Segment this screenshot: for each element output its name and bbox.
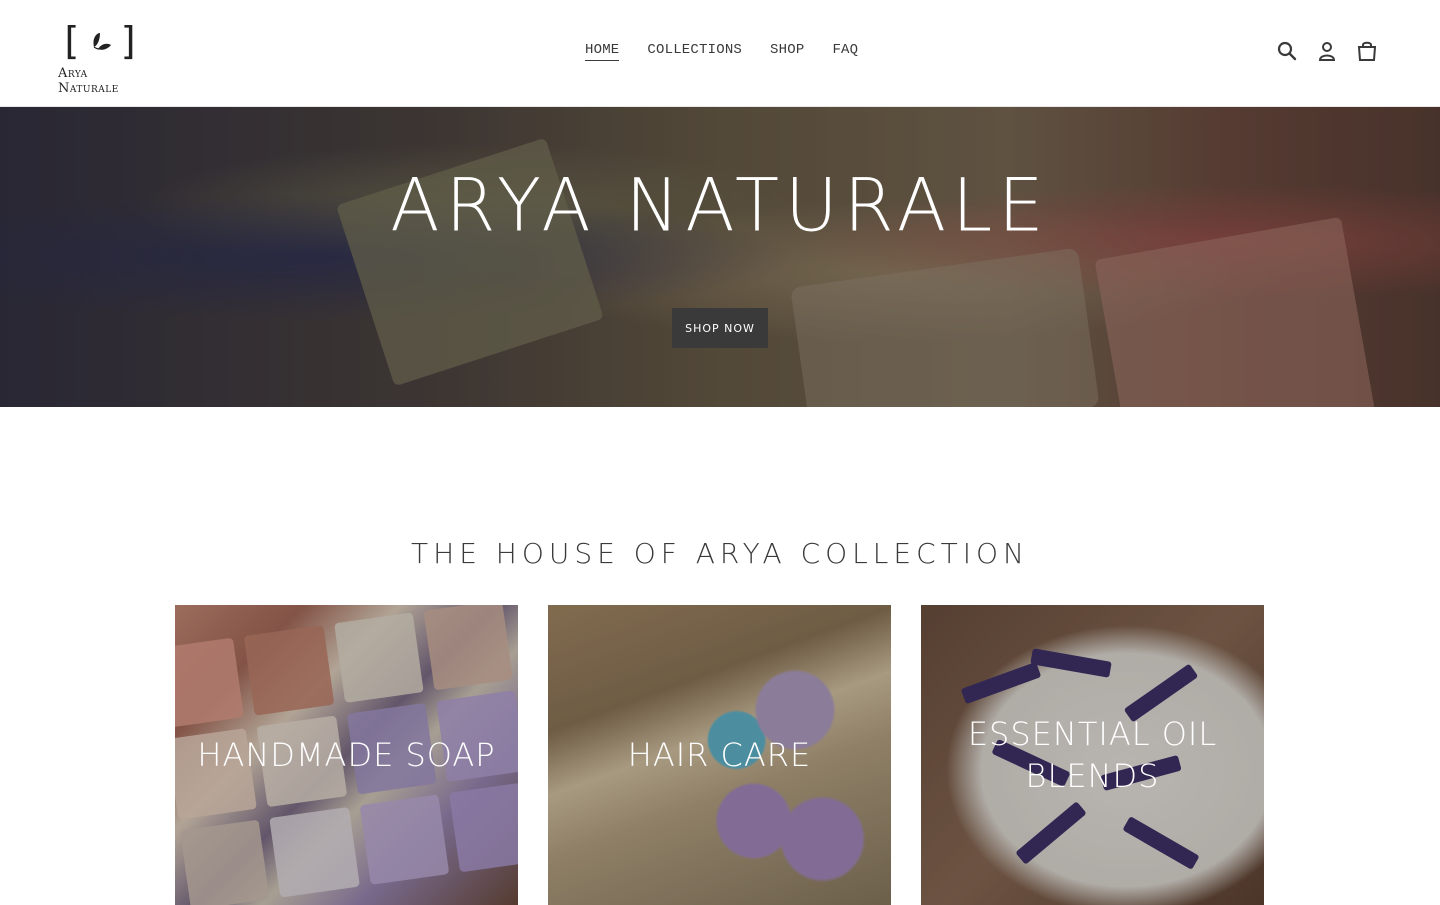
logo-text: Arya Naturale [58, 66, 119, 96]
collection-grid: HANDMADE SOAP HAIR CARE ESSENTIAL OIL BL… [175, 605, 1264, 905]
collection-card-hair-care[interactable]: HAIR CARE [548, 605, 891, 905]
site-header: [ ] Arya Naturale HOME COLLECTIONS SHOP … [0, 0, 1440, 107]
shop-now-button[interactable]: SHOP NOW [672, 308, 768, 348]
hero-title: ARYA NATURALE [390, 162, 1050, 248]
logo-left-bracket: [ [59, 19, 82, 63]
collection-title: THE HOUSE OF ARYA COLLECTION [411, 537, 1029, 571]
nav-item-collections[interactable]: COLLECTIONS [633, 40, 756, 60]
header-icons [1276, 40, 1378, 62]
hero-overlay [0, 107, 1440, 407]
nav-item-faq[interactable]: FAQ [818, 40, 872, 60]
search-icon[interactable] [1276, 40, 1298, 62]
nav-item-home[interactable]: HOME [571, 40, 633, 61]
collection-card-essential-oil-blends[interactable]: ESSENTIAL OIL BLENDS [921, 605, 1264, 905]
logo-right-bracket: ] [118, 19, 141, 63]
account-icon[interactable] [1316, 40, 1338, 62]
collection-card-handmade-soap[interactable]: HANDMADE SOAP [175, 605, 518, 905]
nav-item-shop[interactable]: SHOP [756, 40, 818, 60]
card-label: HANDMADE SOAP [197, 736, 496, 774]
cart-icon[interactable] [1356, 40, 1378, 62]
brand-logo[interactable]: [ ] Arya Naturale [58, 20, 142, 96]
card-label: HAIR CARE [627, 736, 812, 774]
main-nav: HOME COLLECTIONS SHOP FAQ [571, 40, 872, 61]
hero-banner: ARYA NATURALE SHOP NOW [0, 107, 1440, 407]
logo-mark: [ ] [59, 20, 141, 62]
leaf-icon [93, 33, 111, 50]
card-label: ESSENTIAL OIL BLENDS [967, 715, 1218, 795]
